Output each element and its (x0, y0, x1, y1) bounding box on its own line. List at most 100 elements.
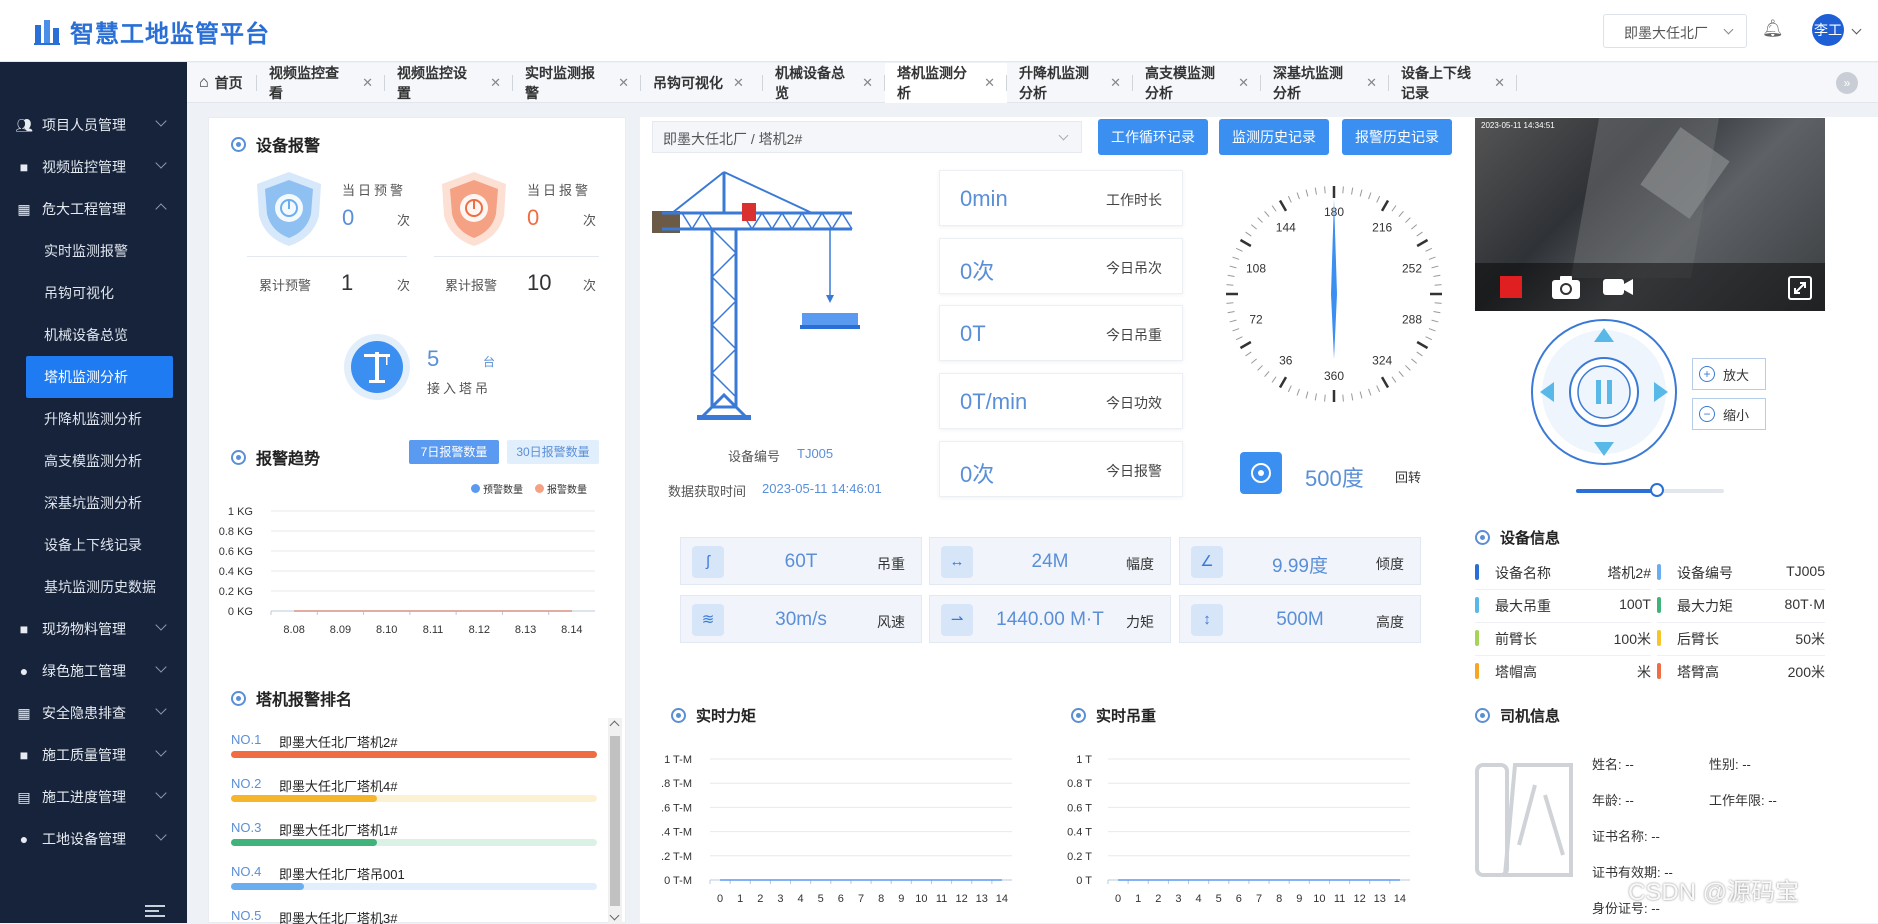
dial-tick (1271, 205, 1277, 212)
x-tick-label: 0 (717, 893, 723, 905)
sidebar-item-more-2[interactable]: ▦ 安全隐患排查 (0, 692, 187, 734)
sidebar-item-more-1[interactable]: ● 绿色施工管理 (0, 650, 187, 692)
tab-8[interactable]: 高支模监测分析 ✕ (1133, 63, 1261, 103)
tab-3[interactable]: 实时监测报警 ✕ (513, 63, 641, 103)
close-icon[interactable]: ✕ (1494, 75, 1505, 91)
stat-label: 今日报警 (1106, 463, 1162, 479)
legend-dot-warning (471, 484, 480, 493)
bell-icon[interactable]: 🔔︎ (1762, 19, 1784, 39)
site-select-value: 即墨大任北厂 (1624, 25, 1708, 41)
sidebar-item-more-5[interactable]: ● 工地设备管理 (0, 818, 187, 860)
tab-6[interactable]: 塔机监测分析 ✕ (885, 62, 1007, 103)
tab-7[interactable]: 升降机监测分析 ✕ (1007, 63, 1133, 103)
zoom-in-button[interactable]: + 放大 (1692, 358, 1766, 390)
record-stop-icon[interactable] (1500, 276, 1522, 298)
scroll-up-icon[interactable] (609, 720, 620, 731)
dial-label: 360 (1324, 369, 1344, 383)
sidebar-subitem[interactable]: 机械设备总览 (0, 314, 187, 356)
sidebar-subitem[interactable]: 升降机监测分析 (0, 398, 187, 440)
snapshot-camera-icon[interactable] (1550, 273, 1582, 301)
close-icon[interactable]: ✕ (733, 75, 744, 91)
close-icon[interactable]: ✕ (1366, 75, 1377, 91)
sidebar-subitem[interactable]: 高支模监测分析 (0, 440, 187, 482)
info-row-marker (1475, 597, 1479, 613)
dial-tick (1391, 376, 1397, 383)
alarm-history-button[interactable]: 报警历史记录 (1342, 119, 1452, 155)
dial-tick (1235, 336, 1243, 341)
driver-cert: 证书名称: -- (1592, 829, 1660, 844)
legend-warning: 预警数量 (471, 481, 523, 496)
zoom-out-button[interactable]: − 缩小 (1692, 398, 1766, 430)
tab-1[interactable]: 视频监控查看 ✕ (257, 63, 385, 103)
dial-label: 108 (1246, 262, 1266, 276)
tab-9[interactable]: 深基坑监测分析 ✕ (1261, 63, 1389, 103)
scroll-thumb[interactable] (610, 736, 620, 906)
work-cycle-button[interactable]: 工作循环记录 (1098, 119, 1208, 155)
tab-0[interactable]: ⌂ 首页 (187, 63, 257, 103)
sidebar-item-1[interactable]: ■ 视频监控管理 (0, 146, 187, 188)
close-icon[interactable]: ✕ (362, 75, 373, 91)
stat-value: 0min (960, 186, 1008, 211)
chevron-down-icon[interactable] (1851, 24, 1862, 35)
video-feed[interactable]: 2023-05-11 14:34:51 (1475, 118, 1825, 311)
dial-tick (1250, 224, 1257, 230)
total-warning-unit: 次 (397, 278, 411, 293)
close-icon[interactable]: ✕ (1238, 75, 1249, 91)
param-card: ⇀ 1440.00 M·T 力矩 (929, 595, 1171, 643)
y-tick-label: .2 T-M (661, 851, 692, 863)
info-value: 50米 (1795, 631, 1825, 647)
sidebar-subitem[interactable]: 塔机监测分析 (26, 356, 173, 398)
x-tick-label: 8 (878, 893, 884, 905)
site-select[interactable]: 即墨大任北厂 (1603, 14, 1747, 48)
avatar[interactable]: 李工 (1812, 14, 1844, 46)
info-key: 塔帽高 (1495, 664, 1537, 680)
y-tick-label: 0.4 KG (219, 566, 253, 578)
sidebar-item-more-0[interactable]: ■ 现场物料管理 (0, 608, 187, 650)
total-alarm-label: 累计报警 (445, 278, 498, 293)
sidebar-item-more-4[interactable]: ▤ 施工进度管理 (0, 776, 187, 818)
sidebar-subitem[interactable]: 深基坑监测分析 (0, 482, 187, 524)
dial-tick (1278, 199, 1288, 212)
close-icon[interactable]: ✕ (1110, 75, 1121, 91)
tab-30-days[interactable]: 30日报警数量 (507, 440, 599, 464)
tabs-more-icon[interactable]: » (1836, 72, 1858, 94)
sidebar-subitem[interactable]: 基坑监测历史数据 (0, 566, 187, 608)
fullscreen-icon[interactable] (1787, 275, 1813, 301)
tab-10[interactable]: 设备上下线记录 ✕ (1389, 63, 1517, 103)
close-icon[interactable]: ✕ (490, 75, 501, 91)
collapse-sidebar-icon[interactable] (145, 905, 165, 919)
video-record-icon[interactable] (1602, 276, 1634, 298)
close-icon[interactable]: ✕ (984, 75, 995, 91)
close-icon[interactable]: ✕ (618, 75, 629, 91)
tab-label: 首页 (214, 74, 243, 91)
sidebar-subitem[interactable]: 设备上下线记录 (0, 524, 187, 566)
tab-2[interactable]: 视频监控设置 ✕ (385, 63, 513, 103)
sidebar-item-2[interactable]: ▦ 危大工程管理 (0, 188, 187, 230)
close-icon[interactable]: ✕ (862, 75, 873, 91)
sidebar-subitem[interactable]: 实时监测报警 (0, 230, 187, 272)
dial-tick (1433, 311, 1441, 314)
tab-5[interactable]: 机械设备总览 ✕ (763, 63, 885, 103)
sidebar-item-more-3[interactable]: ■ 施工质量管理 (0, 734, 187, 776)
speed-slider[interactable] (1576, 483, 1724, 497)
dial-label: 288 (1402, 312, 1422, 326)
dial-label: 36 (1279, 353, 1293, 367)
tab-label: 视频监控设置 (397, 64, 467, 101)
sidebar-subitem[interactable]: 吊钩可视化 (0, 272, 187, 314)
daily-alarm-label: 当日报警 (527, 183, 592, 198)
ranking-scrollbar[interactable] (608, 718, 622, 924)
monitor-history-button[interactable]: 监测历史记录 (1219, 119, 1329, 155)
y-tick-label: 1 T (1076, 754, 1092, 766)
menu-label: 危大工程管理 (42, 201, 126, 217)
scroll-down-icon[interactable] (609, 910, 620, 921)
trend-title: 报警趋势 (231, 445, 320, 469)
rank-name: 即墨大任北厂塔机4# (279, 779, 398, 794)
dial-tick (1324, 394, 1326, 402)
menu-label: 绿色施工管理 (42, 663, 126, 679)
tab-7-days[interactable]: 7日报警数量 (409, 440, 499, 464)
tab-4[interactable]: 吊钩可视化 ✕ (641, 63, 763, 103)
crane-breadcrumb-select[interactable]: 即墨大任北厂 / 塔机2# (652, 121, 1082, 153)
dial-tick (1434, 284, 1442, 286)
ptz-control-pad[interactable] (1530, 318, 1678, 466)
sidebar-item-0[interactable]: 👥︎ 项目人员管理 (0, 104, 187, 146)
